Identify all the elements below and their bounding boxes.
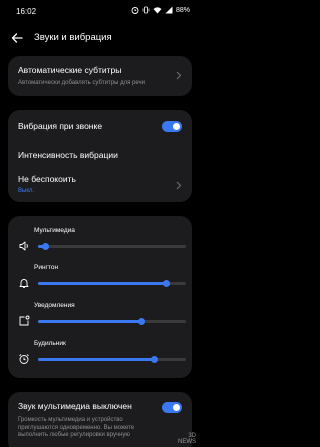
- do-not-disturb-label: Не беспокоить: [18, 174, 76, 184]
- volume-slider-multimedia[interactable]: [38, 243, 186, 250]
- notification-icon[interactable]: [18, 315, 30, 327]
- header: Звуки и вибрация: [0, 28, 200, 48]
- chevron-right-icon: [176, 71, 182, 80]
- vibrate-status-icon: [142, 6, 150, 14]
- back-arrow-icon[interactable]: [10, 31, 24, 45]
- slider-thumb[interactable]: [151, 356, 159, 363]
- status-icons: 88%: [131, 6, 190, 14]
- chevron-right-icon: [176, 181, 182, 190]
- ring-vibration-toggle[interactable]: [162, 121, 182, 132]
- alarm-status-icon: [131, 7, 139, 14]
- slider-fill: [38, 282, 167, 285]
- slider-fill: [38, 320, 142, 323]
- media-mute-toggle[interactable]: [162, 402, 182, 413]
- slider-thumb[interactable]: [138, 318, 146, 325]
- auto-subtitles-title: Автоматические субтитры: [18, 65, 122, 75]
- page-title: Звуки и вибрация: [34, 32, 112, 43]
- watermark-logo: 3D NEWS: [178, 433, 196, 445]
- status-bar: 16:02 88%: [0, 0, 200, 22]
- auto-subtitles-subtitle: Автоматически добавлять субтитры для реч…: [18, 80, 145, 86]
- bell-icon[interactable]: [18, 277, 30, 289]
- watermark-line2: NEWS: [178, 439, 196, 445]
- vibration-card: Вибрация при звонке Интенсивность вибрац…: [8, 110, 192, 202]
- media-mute-title: Звук мультимедиа выключен: [18, 401, 132, 411]
- battery-level: 88%: [175, 6, 190, 14]
- volume-label-multimedia: Мультимедиа: [34, 227, 75, 234]
- volume-label-ringtone: Рингтон: [34, 264, 59, 271]
- volume-slider-notifications[interactable]: [38, 318, 186, 325]
- slider-thumb[interactable]: [41, 243, 49, 250]
- volume-slider-alarm[interactable]: [38, 356, 186, 363]
- volume-slider-ringtone[interactable]: [38, 280, 186, 287]
- media-mute-card[interactable]: Звук мультимедиа выключен Громкость муль…: [8, 392, 192, 447]
- alarm-clock-icon[interactable]: [18, 353, 30, 365]
- vibration-intensity-item[interactable]: Интенсивность вибрации: [18, 150, 118, 160]
- do-not-disturb-status: Выкл.: [18, 188, 35, 194]
- volume-card: Мультимедиа Рингтон Уведомления Будильни…: [8, 216, 192, 378]
- signal-icon: [165, 6, 173, 14]
- ring-vibration-label: Вибрация при звонке: [18, 121, 103, 131]
- wifi-icon: [153, 7, 162, 14]
- speaker-icon[interactable]: [18, 240, 30, 252]
- status-time: 16:02: [16, 7, 37, 16]
- auto-subtitles-item[interactable]: Автоматические субтитры Автоматически до…: [8, 56, 192, 96]
- slider-fill: [38, 358, 155, 361]
- media-mute-description: Громкость мультимедиа и устройство пригл…: [18, 417, 135, 438]
- volume-label-notifications: Уведомления: [34, 302, 75, 309]
- slider-thumb[interactable]: [163, 280, 171, 287]
- volume-label-alarm: Будильник: [34, 340, 66, 347]
